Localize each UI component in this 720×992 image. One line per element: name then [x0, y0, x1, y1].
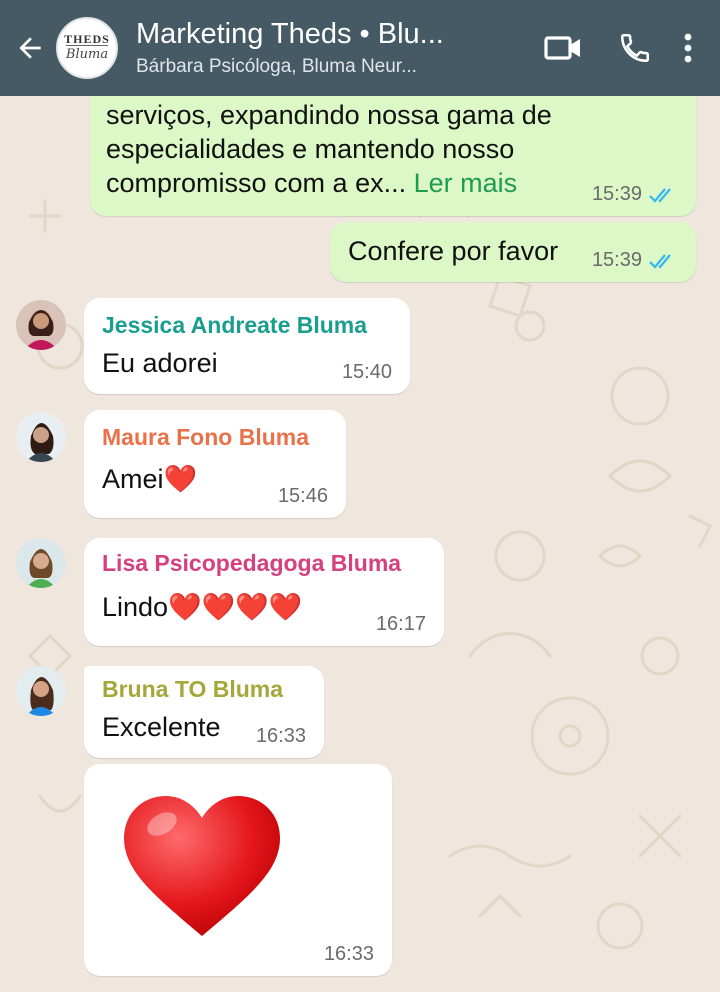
message-time: 16:17 — [375, 613, 426, 635]
read-more-link[interactable]: Ler mais — [414, 168, 518, 198]
incoming-message[interactable]: Maura Fono Bluma Amei❤️ 15:46 — [84, 410, 346, 518]
sender-name[interactable]: Maura Fono Bluma — [102, 422, 309, 452]
message-time: 15:39 — [591, 249, 642, 271]
chat-participants: Bárbara Psicóloga, Bluma Neur... — [136, 56, 417, 77]
participant-avatar[interactable] — [16, 666, 66, 716]
participant-avatar[interactable] — [16, 538, 66, 588]
heart-emoji: ❤️ — [163, 464, 198, 494]
back-arrow-icon — [19, 37, 41, 59]
message-meta: 16:17 — [376, 613, 426, 636]
message-meta: 15:46 — [278, 485, 328, 508]
message-time: 16:33 — [255, 725, 306, 747]
voice-call-button[interactable] — [606, 19, 664, 77]
read-ticks-icon — [649, 187, 671, 203]
incoming-emoji-message[interactable]: 16:33 — [84, 764, 392, 976]
chat-title-area[interactable]: Marketing Theds • Blu... Bárbara Psicólo… — [136, 16, 520, 80]
message-list[interactable]: serviços, expandindo nossa gama de espec… — [0, 76, 720, 992]
message-meta: 16:33 — [256, 725, 306, 748]
participant-avatar[interactable] — [16, 412, 66, 462]
outgoing-message[interactable]: Confere por favor 15:39 — [330, 222, 696, 282]
more-vert-icon — [684, 33, 692, 63]
message-meta: 15:40 — [342, 361, 392, 384]
message-time: 15:40 — [341, 361, 392, 383]
sender-name[interactable]: Lisa Psicopedagoga Bluma — [102, 548, 401, 578]
message-text: Confere por favor — [348, 236, 559, 266]
read-ticks-icon — [649, 253, 671, 269]
incoming-message[interactable]: Lisa Psicopedagoga Bluma Lindo❤️❤️❤️❤️ 1… — [84, 538, 444, 646]
message-text: Lindo — [102, 592, 169, 622]
participant-avatar[interactable] — [16, 300, 66, 350]
avatar-logo-subtext: Bluma — [65, 45, 109, 62]
message-time: 16:33 — [323, 943, 374, 965]
back-button[interactable] — [4, 0, 56, 96]
video-call-icon — [544, 36, 580, 60]
message-time: 15:39 — [591, 183, 642, 205]
message-meta: 16:33 — [324, 943, 374, 966]
message-meta: 15:39 — [592, 249, 678, 272]
phone-icon — [620, 33, 650, 63]
group-avatar[interactable]: THEDS Bluma — [56, 17, 118, 79]
message-text: Amei — [102, 464, 164, 494]
chat-title: Marketing Theds • Blu... — [136, 18, 444, 50]
message-meta: 15:39 — [592, 183, 678, 206]
message-time: 15:46 — [277, 485, 328, 507]
more-options-button[interactable] — [670, 19, 706, 77]
video-call-button[interactable] — [534, 19, 592, 77]
message-text: Eu adorei — [102, 348, 218, 378]
message-text: Excelente — [102, 712, 221, 742]
header-actions — [520, 19, 706, 77]
avatar-logo-text: THEDS — [64, 32, 110, 46]
incoming-message[interactable]: Bruna TO Bluma Excelente 16:33 — [84, 666, 324, 758]
sender-name[interactable]: Bruna TO Bluma — [102, 674, 283, 704]
chat-header: THEDS Bluma Marketing Theds • Blu... Bár… — [0, 0, 720, 96]
outgoing-message[interactable]: serviços, expandindo nossa gama de espec… — [90, 76, 696, 216]
sender-name[interactable]: Jessica Andreate Bluma — [102, 310, 367, 340]
big-heart-emoji — [124, 796, 280, 936]
heart-emojis: ❤️❤️❤️❤️ — [168, 592, 303, 622]
incoming-message[interactable]: Jessica Andreate Bluma Eu adorei 15:40 — [84, 298, 410, 394]
